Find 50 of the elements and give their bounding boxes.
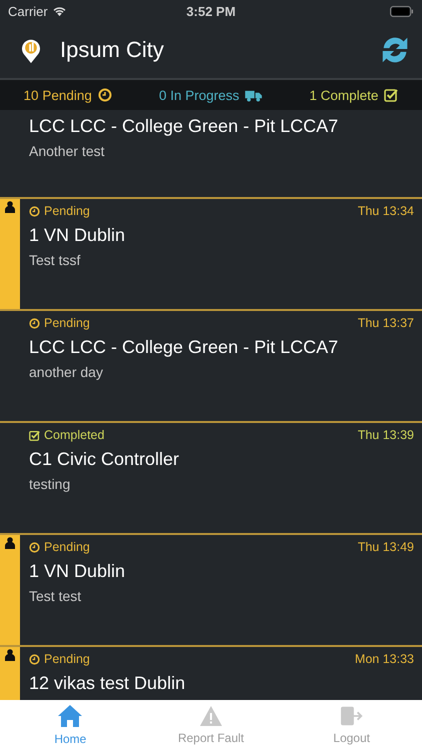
person-icon — [5, 201, 15, 213]
job-time: Mon 13:33 — [354, 652, 414, 666]
job-card[interactable]: Pending Thu 13:34 1 VN Dublin Test tssf — [20, 199, 422, 309]
job-description: another day — [29, 364, 104, 380]
logout-icon — [340, 705, 364, 727]
wifi-icon — [52, 6, 67, 16]
checkbox-icon — [29, 430, 40, 440]
job-title: 12 vikas test Dublin — [29, 673, 186, 694]
home-icon — [57, 704, 84, 728]
job-card[interactable]: Pending Thu 13:37 LCC LCC - College Green - Pit LCCA7 another day — [20, 311, 422, 421]
job-title: 1 VN Dublin — [29, 561, 126, 582]
clock-time: 3:52 PM — [186, 4, 236, 18]
battery-icon — [390, 6, 414, 16]
clock-icon — [29, 542, 40, 552]
job-time: Thu 13:39 — [358, 428, 414, 442]
job-description: Another test — [29, 143, 106, 159]
status-label: Pending — [44, 540, 90, 554]
job-title: LCC LCC - College Green - Pit LCCA7 — [29, 116, 340, 137]
job-title: LCC LCC - College Green - Pit LCCA7 — [29, 337, 340, 358]
carrier-label: Carrier — [8, 4, 48, 18]
app-title: Ipsum City — [60, 37, 164, 63]
summary-label: 0 In Progress — [158, 88, 240, 102]
person-icon — [5, 537, 15, 549]
job-title: C1 Civic Controller — [29, 449, 180, 470]
job-time: Thu 13:34 — [358, 204, 414, 218]
job-card[interactable]: Pending Thu 13:49 1 VN Dublin Test test — [20, 535, 422, 645]
job-title: 1 VN Dublin — [29, 225, 126, 246]
summary-label: 1 Complete — [309, 88, 378, 102]
job-time: Thu 13:37 — [358, 316, 414, 330]
status-label: Pending — [44, 652, 90, 666]
checkbox-icon — [384, 88, 398, 102]
status-label: Pending — [44, 204, 90, 218]
clock-icon — [98, 88, 112, 102]
clock-icon — [29, 654, 40, 664]
status-label: Pending — [44, 316, 90, 330]
warning-icon — [198, 705, 223, 727]
job-card[interactable]: Completed Thu 13:39 C1 Civic Controller testing — [20, 423, 422, 533]
clock-icon — [29, 206, 40, 216]
summary-label: 10 Pending — [24, 88, 92, 102]
job-description: Test test — [29, 588, 82, 604]
job-description: Test tssf — [29, 252, 82, 268]
job-card[interactable]: LCC LCC - College Green - Pit LCCA7 Another test — [20, 110, 422, 197]
job-description: testing — [29, 476, 72, 492]
status-label: Completed — [44, 428, 104, 442]
person-icon — [5, 649, 15, 661]
job-time: Thu 13:49 — [358, 540, 414, 554]
truck-icon — [245, 88, 262, 102]
job-card[interactable]: Pending Mon 13:33 12 vikas test Dublin — [20, 647, 422, 700]
clock-icon — [29, 318, 40, 328]
location-pin-icon — [20, 36, 42, 64]
